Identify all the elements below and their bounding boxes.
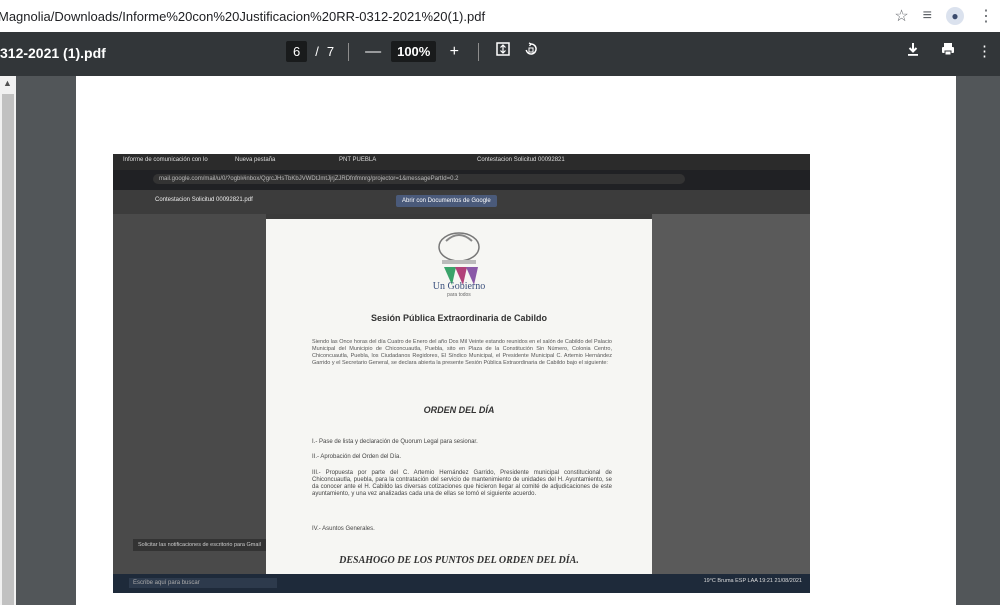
agenda-item: II.- Aprobación del Orden del Día. bbox=[312, 454, 402, 460]
photo-taskbar-search: Escribe aquí para buscar bbox=[129, 578, 277, 588]
scroll-up-icon[interactable]: ▲ bbox=[3, 78, 12, 88]
photo-tab: Nueva pestaña bbox=[235, 157, 276, 163]
more-vert-icon[interactable]: ⋮ bbox=[977, 42, 992, 60]
photo-gmail-background-left bbox=[113, 214, 266, 574]
agenda-item: III.- Propuesta por parte del C. Artemio… bbox=[312, 470, 612, 497]
page-separator: / bbox=[315, 44, 319, 59]
divider bbox=[348, 42, 350, 61]
photo-file-name: Contestacion Solicitud 00092821.pdf bbox=[155, 197, 253, 203]
star-icon[interactable]: ☆ bbox=[894, 6, 908, 26]
pdf-title: 312-2021 (1).pdf bbox=[0, 45, 106, 61]
url-text[interactable]: Magnolia/Downloads/Informe%20con%20Justi… bbox=[0, 9, 485, 24]
embedded-screenshot-image: Informe de comunicación con lo Nueva pes… bbox=[113, 154, 810, 593]
more-vert-icon[interactable]: ⋮ bbox=[978, 6, 994, 26]
photo-system-tray: 19°C Bruma ESP LAA 19:21 21/08/2021 bbox=[703, 578, 802, 584]
pdf-controls: 6 / 7 — 100% + bbox=[286, 41, 541, 62]
zoom-out-button[interactable]: — bbox=[363, 43, 383, 61]
browser-actions: ☆ ≡ ● ⋮ bbox=[894, 6, 994, 26]
print-icon[interactable] bbox=[941, 42, 955, 60]
photo-tab: Informe de comunicación con lo bbox=[123, 157, 208, 163]
photo-open-with: Abrir con Documentos de Google bbox=[396, 195, 497, 207]
avatar[interactable]: ● bbox=[946, 7, 964, 25]
agenda-item: IV.- Asuntos Generales. bbox=[312, 526, 375, 532]
photo-address-bar: mail.google.com/mail/u/0/?ogbl#inbox/Qgr… bbox=[113, 170, 810, 190]
session-paragraph: Siendo las Once horas del día Cuatro de … bbox=[312, 339, 612, 366]
photo-gmail-background-right bbox=[652, 214, 810, 574]
pdf-right-actions: ⋮ bbox=[907, 42, 992, 60]
agenda-item: I.- Pase de lista y declaración de Quoru… bbox=[312, 439, 478, 445]
pdf-toolbar: 312-2021 (1).pdf 6 / 7 — 100% + ⋮ bbox=[0, 32, 1000, 76]
desahogo-heading: DESAHOGO DE LOS PUNTOS DEL ORDEN DEL DÍA… bbox=[339, 555, 579, 566]
scrollbar-thumb[interactable] bbox=[2, 94, 14, 605]
zoom-input[interactable]: 100% bbox=[391, 41, 437, 62]
photo-tab-strip: Informe de comunicación con lo Nueva pes… bbox=[113, 154, 810, 170]
chiconcuautla-logo bbox=[438, 232, 480, 285]
agenda-heading: ORDEN DEL DÍA bbox=[423, 405, 495, 415]
photo-tab: PNT PUEBLA bbox=[339, 157, 377, 163]
fit-page-icon[interactable] bbox=[493, 42, 513, 61]
photo-document-page: Un Gobierno para todos Sesión Pública Ex… bbox=[266, 219, 652, 574]
photo-tab: Contestacion Solicitud 00092821 bbox=[477, 157, 565, 163]
reading-list-icon[interactable]: ≡ bbox=[923, 7, 932, 25]
page-total: 7 bbox=[326, 44, 335, 59]
rotate-icon[interactable] bbox=[521, 42, 541, 61]
session-title: Sesión Pública Extraordinaria de Cabildo bbox=[370, 313, 548, 323]
page-number-input[interactable]: 6 bbox=[286, 41, 308, 62]
slogan-subtext: para todos bbox=[447, 292, 471, 298]
slogan-text: Un Gobierno bbox=[432, 281, 486, 292]
photo-url: mail.google.com/mail/u/0/?ogbl#inbox/Qgr… bbox=[153, 174, 685, 184]
vertical-scrollbar[interactable]: ▲ bbox=[0, 76, 16, 605]
photo-viewer-bar: Contestacion Solicitud 00092821.pdf Abri… bbox=[113, 190, 810, 214]
divider bbox=[478, 42, 480, 61]
photo-windows-taskbar: Escribe aquí para buscar 19°C Bruma ESP … bbox=[113, 574, 810, 593]
zoom-in-button[interactable]: + bbox=[444, 43, 464, 61]
browser-address-bar: Magnolia/Downloads/Informe%20con%20Justi… bbox=[0, 0, 1000, 32]
download-icon[interactable] bbox=[907, 42, 919, 60]
photo-notification: Solicitar las notificaciones de escritor… bbox=[133, 539, 266, 551]
